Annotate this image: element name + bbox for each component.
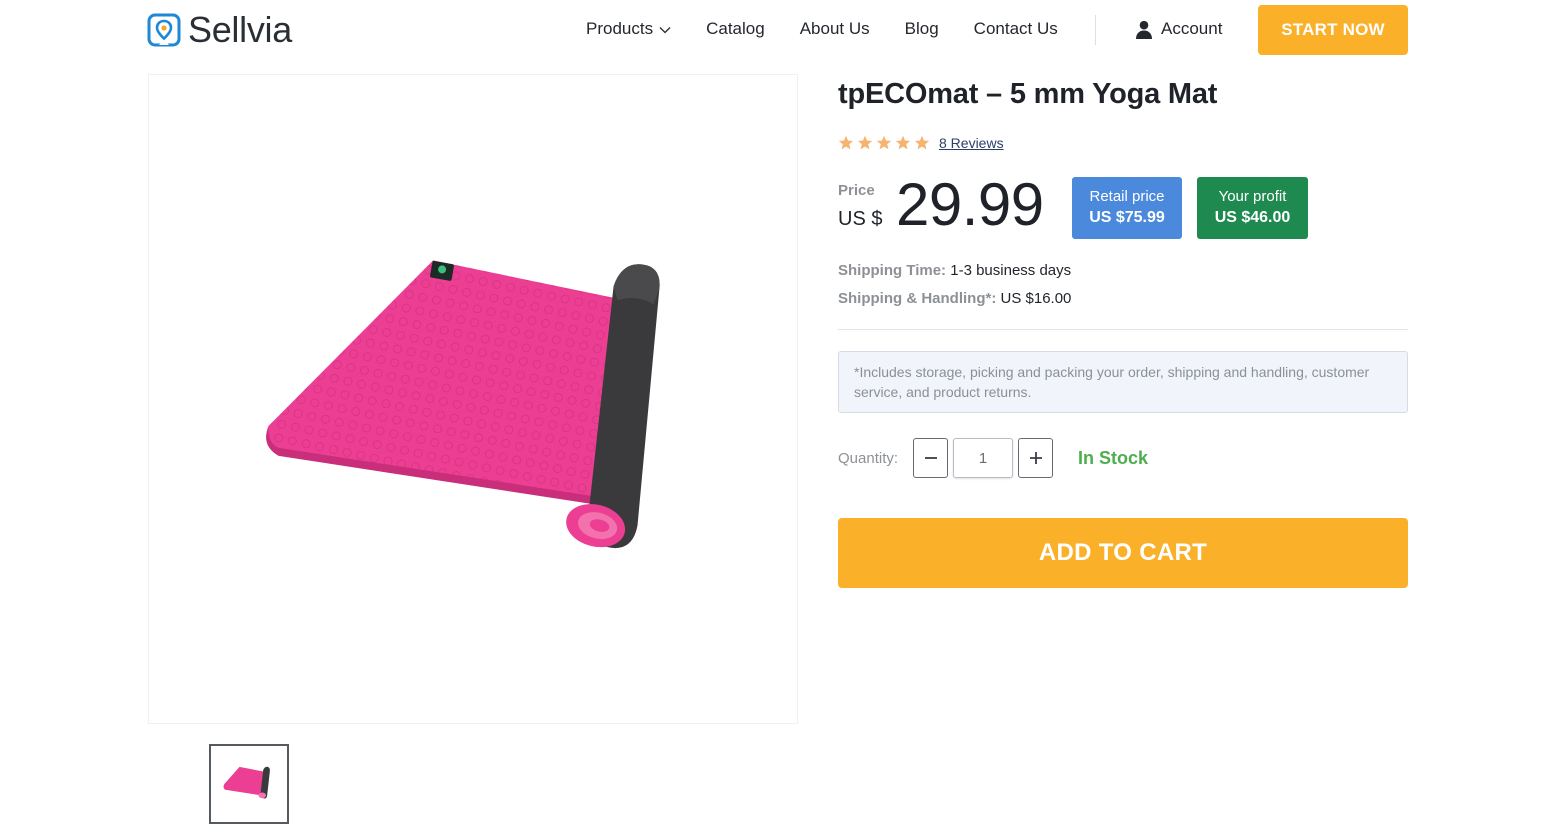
product-title: tpECOmat – 5 mm Yoga Mat [838,78,1218,110]
quantity-increase-button[interactable] [1018,438,1053,478]
add-to-cart-button[interactable]: ADD TO CART [838,518,1408,588]
yoga-mat-image [266,260,660,549]
nav-item-label: Products [586,19,654,38]
retail-price-label: Retail price [1089,188,1165,205]
account-link[interactable]: Account [1135,19,1222,39]
logo-text: Sellvia [188,9,292,50]
price-label: Price [838,182,875,199]
retail-price-value: US $75.99 [1089,209,1165,226]
rating: 8 Reviews [838,135,1004,151]
shipping-time-label: Shipping Time: [838,262,947,279]
user-icon [1136,20,1152,39]
quantity-input[interactable] [953,438,1013,478]
location-pin-logo-icon [147,13,181,47]
star-icon [895,135,911,150]
plus-icon [1029,452,1042,464]
reviews-link[interactable]: 8 Reviews [939,135,1004,151]
shipping-note: *Includes storage, picking and packing y… [838,351,1408,413]
nav-item-blog[interactable]: Blog [905,19,939,39]
profit-label: Your profit [1218,188,1287,205]
chevron-down-icon [659,27,671,34]
shipping-time-value: 1-3 business days [950,262,1072,279]
nav-divider [1095,15,1096,45]
nav-item-contact-us[interactable]: Contact Us [974,19,1058,39]
account-label: Account [1161,19,1223,38]
nav-item-catalog[interactable]: Catalog [706,19,765,39]
product-main-image[interactable] [148,74,798,724]
retail-price-badge: Retail price US $75.99 [1072,177,1182,239]
star-icon [914,135,930,150]
profit-badge: Your profit US $46.00 [1197,177,1308,239]
minus-icon [924,457,937,459]
product-thumbnail[interactable] [209,744,289,824]
shipping-handling-label: Shipping & Handling*: [838,290,997,307]
shipping-time: Shipping Time: 1-3 business days [838,262,1071,279]
price-currency: US $ [838,208,883,230]
yoga-mat-thumbnail-image [223,766,270,799]
start-now-button[interactable]: START NOW [1258,5,1408,55]
star-icon [876,135,892,150]
nav-item-about-us[interactable]: About Us [800,19,870,39]
main-nav: Products Catalog About Us Blog Contact U… [586,0,1093,58]
logo[interactable]: Sellvia [147,12,292,48]
star-rating [838,135,933,151]
price-value: 29.99 [896,171,1044,238]
shipping-handling: Shipping & Handling*: US $16.00 [838,290,1071,307]
quantity-label: Quantity: [838,450,899,467]
divider [838,329,1408,330]
shipping-handling-value: US $16.00 [1000,290,1072,307]
nav-item-products[interactable]: Products [586,19,671,39]
star-icon [838,135,854,150]
quantity-decrease-button[interactable] [913,438,948,478]
star-icon [857,135,873,150]
profit-value: US $46.00 [1214,209,1291,226]
stock-status: In Stock [1078,448,1149,468]
